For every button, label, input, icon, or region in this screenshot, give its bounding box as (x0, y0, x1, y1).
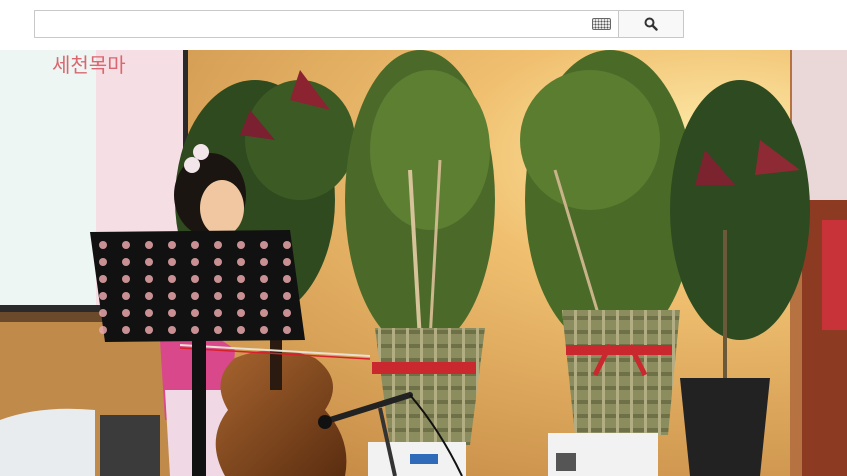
video-player[interactable]: 세천목마 (0, 50, 847, 476)
keyboard-icon[interactable] (592, 18, 611, 30)
pot-plaid-right (562, 310, 680, 435)
search-icon (644, 17, 658, 31)
search-input[interactable] (34, 10, 618, 38)
search-button[interactable] (618, 10, 684, 38)
video-frame: 세천목마 (0, 50, 847, 476)
pot-plaid-left (375, 328, 485, 445)
chair-left (0, 408, 95, 476)
search-bar (0, 0, 847, 50)
pot-black (680, 378, 770, 476)
screen-text: 세천목마 (52, 53, 126, 77)
plant-center-left (345, 50, 495, 350)
